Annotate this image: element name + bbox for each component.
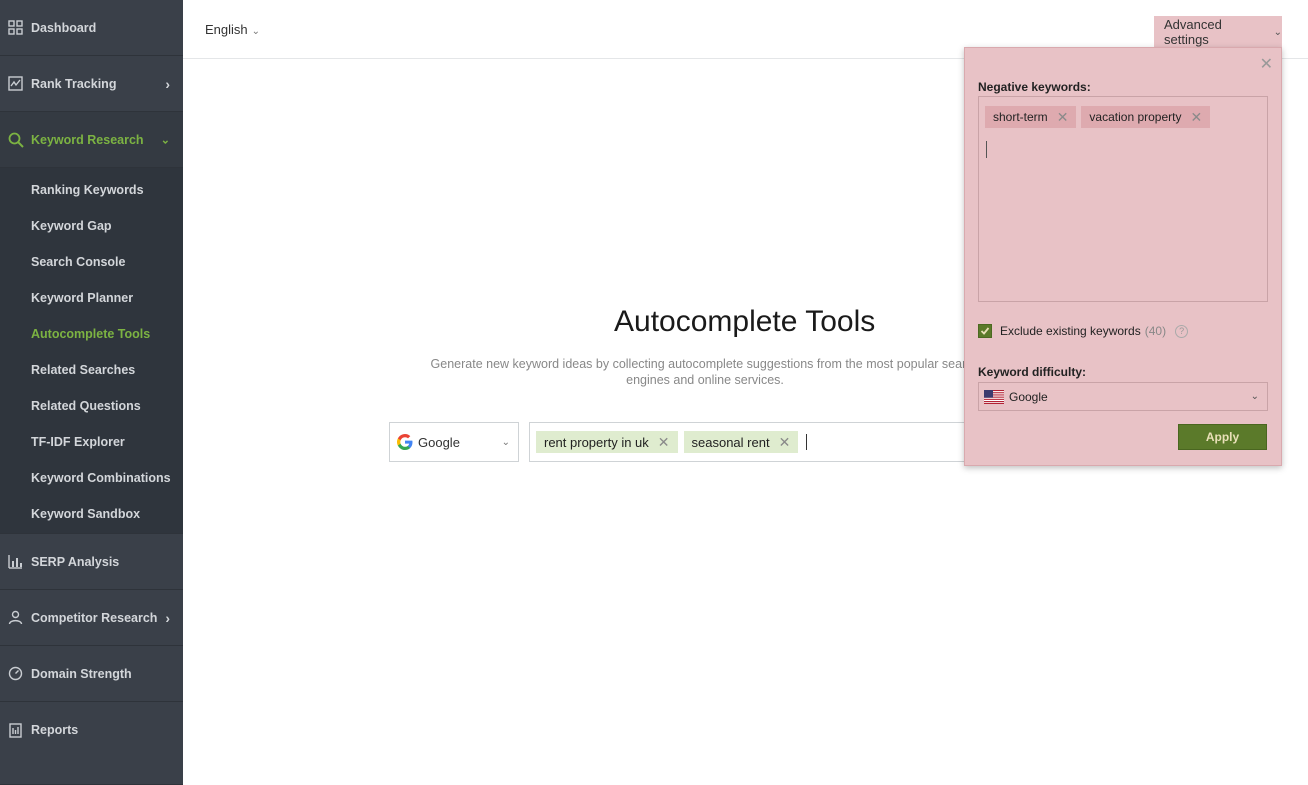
exclude-existing-count: (40) — [1144, 324, 1167, 338]
close-icon[interactable]: ✕ — [1260, 54, 1273, 74]
remove-tag-icon[interactable]: ✕ — [1057, 109, 1069, 126]
nav-reports[interactable]: Reports — [0, 702, 183, 758]
nav-label: Competitor Research — [31, 610, 158, 625]
nav-label: Domain Strength — [31, 666, 132, 681]
sidebar-item-autocomplete-tools[interactable]: Autocomplete Tools — [0, 316, 183, 352]
language-select[interactable]: English ⌄ — [205, 22, 260, 37]
sidebar: Dashboard Rank Tracking › Keyword Resear… — [0, 0, 183, 785]
page-description: Generate new keyword ideas by collecting… — [430, 357, 965, 387]
nav-keyword-research[interactable]: Keyword Research ⌄ — [0, 112, 183, 168]
search-engine-select[interactable]: Google ⌄ — [389, 422, 519, 462]
chevron-right-icon: › — [165, 75, 170, 92]
exclude-existing-label: Exclude existing keywords — [1000, 324, 1141, 338]
nav-rank-tracking[interactable]: Rank Tracking › — [0, 56, 183, 112]
advanced-settings-button[interactable]: Advanced settings ⌄ — [1154, 16, 1282, 48]
negative-keyword-tag: vacation property ✕ — [1081, 106, 1211, 128]
grid-icon — [7, 19, 24, 36]
chevron-down-icon: ⌄ — [160, 134, 170, 146]
sidebar-item-tf-idf-explorer[interactable]: TF-IDF Explorer — [0, 424, 183, 460]
chevron-down-icon: ⌄ — [501, 436, 510, 448]
keyword-difficulty-label: Keyword difficulty: — [978, 365, 1087, 379]
person-icon — [7, 609, 24, 626]
chevron-down-icon: ⌄ — [1273, 26, 1282, 38]
nav-competitor-research[interactable]: Competitor Research › — [0, 590, 183, 646]
nav-label: Rank Tracking — [31, 76, 117, 91]
keyword-difficulty-select[interactable]: Google ⌄ — [978, 382, 1268, 411]
page-title: Autocomplete Tools — [614, 305, 876, 338]
apply-button[interactable]: Apply — [1178, 424, 1267, 450]
checkmark-icon — [980, 327, 990, 335]
exclude-existing-checkbox[interactable] — [978, 324, 992, 338]
nav-serp-analysis[interactable]: SERP Analysis — [0, 534, 183, 590]
keyword-tag: rent property in uk ✕ — [536, 431, 678, 453]
advanced-settings-panel: ✕ Negative keywords: short-term ✕ vacati… — [964, 47, 1282, 466]
remove-tag-icon[interactable]: ✕ — [779, 434, 791, 451]
sidebar-item-related-searches[interactable]: Related Searches — [0, 352, 183, 388]
exclude-existing-row: Exclude existing keywords (40) ? — [978, 324, 1189, 338]
sidebar-item-keyword-planner[interactable]: Keyword Planner — [0, 280, 183, 316]
negative-keywords-input[interactable]: short-term ✕ vacation property ✕ — [978, 96, 1268, 302]
us-flag-icon — [984, 389, 1004, 404]
help-icon[interactable]: ? — [1175, 324, 1189, 338]
line-chart-icon — [7, 75, 24, 92]
keyword-tag-label: seasonal rent — [691, 434, 770, 450]
report-icon — [7, 722, 24, 739]
nav-label: SERP Analysis — [31, 554, 120, 569]
keyword-difficulty-value: Google — [1009, 389, 1048, 404]
sidebar-item-related-questions[interactable]: Related Questions — [0, 388, 183, 424]
sidebar-item-search-console[interactable]: Search Console — [0, 244, 183, 280]
keyword-research-submenu: Ranking Keywords Keyword Gap Search Cons… — [0, 168, 183, 534]
sidebar-item-keyword-combinations[interactable]: Keyword Combinations — [0, 460, 183, 496]
negative-keywords-label: Negative keywords: — [978, 80, 1091, 94]
gauge-icon — [7, 665, 24, 682]
description-wrap: Generate new keyword ideas by collecting… — [425, 356, 965, 396]
sidebar-item-keyword-gap[interactable]: Keyword Gap — [0, 208, 183, 244]
nav-label: Dashboard — [31, 20, 97, 35]
nav-label: Reports — [31, 723, 79, 737]
keyword-tag: seasonal rent ✕ — [683, 431, 799, 453]
negative-tag-label: vacation property — [1089, 110, 1182, 124]
chevron-down-icon: ⌄ — [1250, 391, 1259, 402]
google-logo-icon — [397, 434, 413, 450]
advanced-settings-label: Advanced settings — [1164, 17, 1222, 47]
nav-domain-strength[interactable]: Domain Strength — [0, 646, 183, 702]
nav-label: Keyword Research — [31, 132, 144, 147]
text-caret — [986, 141, 987, 158]
negative-tag-label: short-term — [993, 110, 1048, 124]
text-caret — [806, 434, 808, 450]
sidebar-item-keyword-sandbox[interactable]: Keyword Sandbox — [0, 496, 183, 532]
bar-chart-icon — [7, 553, 24, 570]
language-label: English — [205, 22, 248, 37]
nav-dashboard[interactable]: Dashboard — [0, 0, 183, 56]
remove-tag-icon[interactable]: ✕ — [658, 434, 670, 451]
negative-keyword-tag: short-term ✕ — [985, 106, 1077, 128]
remove-tag-icon[interactable]: ✕ — [1190, 109, 1202, 126]
chevron-right-icon: › — [165, 609, 170, 626]
engine-label: Google — [418, 434, 460, 450]
keyword-input[interactable]: rent property in uk ✕ seasonal rent ✕ — [529, 422, 964, 462]
search-icon — [7, 131, 24, 148]
keyword-tag-label: rent property in uk — [544, 434, 649, 450]
chevron-down-icon: ⌄ — [251, 26, 261, 37]
sidebar-item-ranking-keywords[interactable]: Ranking Keywords — [0, 172, 183, 208]
